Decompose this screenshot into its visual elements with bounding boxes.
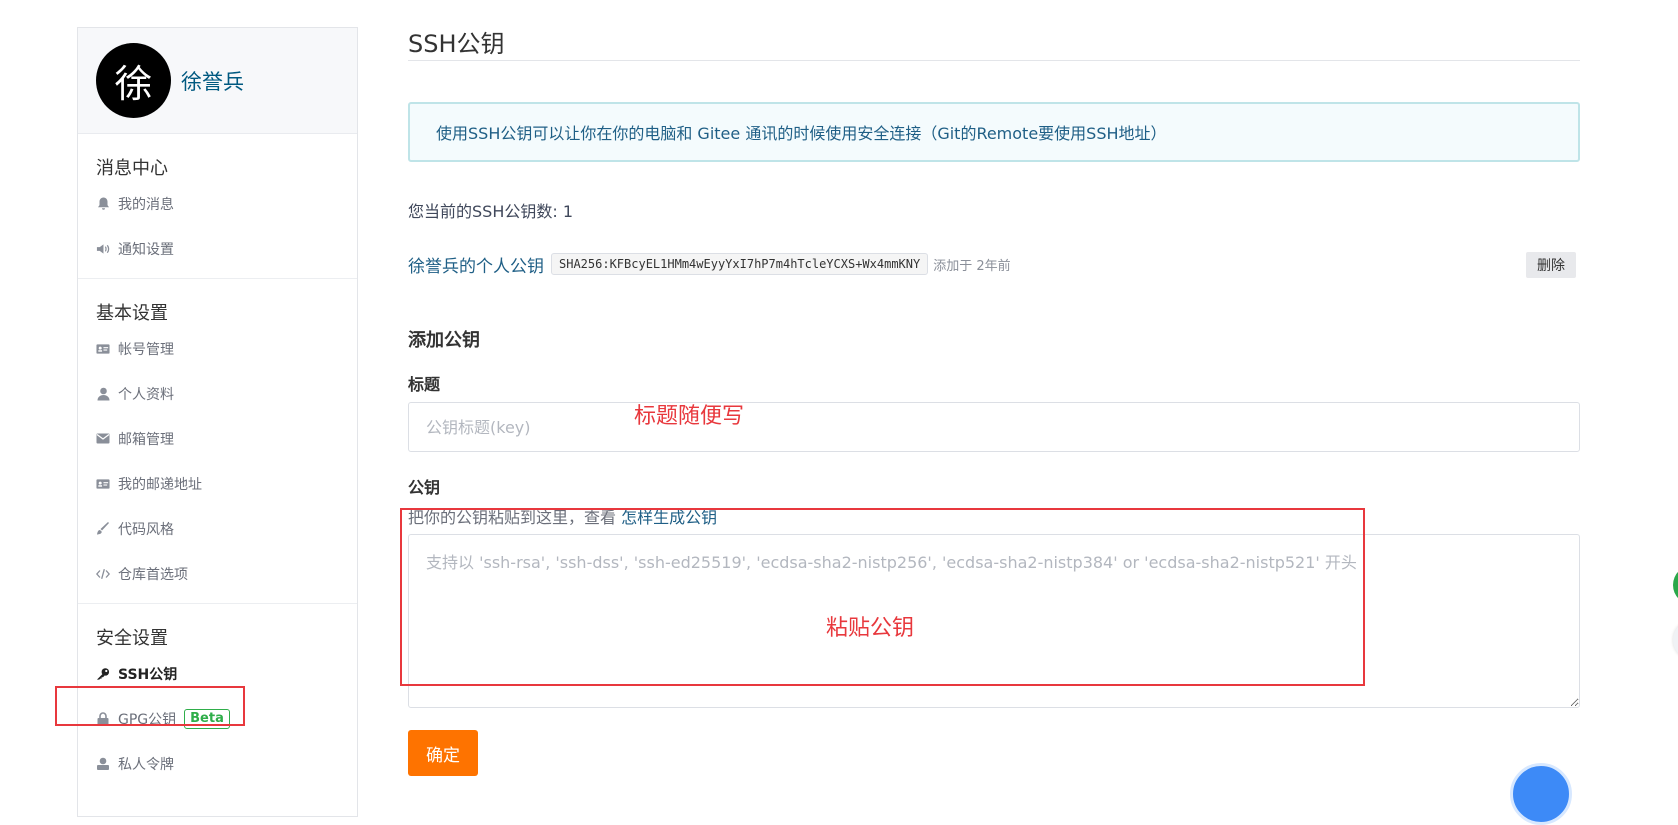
key-title-input[interactable] xyxy=(408,402,1580,452)
pubkey-field-label: 公钥 xyxy=(408,478,441,497)
avatar[interactable]: 徐 xyxy=(96,43,171,118)
sidebar-item-label: 我的消息 xyxy=(118,196,174,213)
sidebar-item-label: 通知设置 xyxy=(118,241,174,258)
floating-widget-green[interactable] xyxy=(1673,565,1678,605)
id-card-icon xyxy=(96,477,110,491)
group-title-messages: 消息中心 xyxy=(96,158,168,179)
code-icon xyxy=(96,567,110,581)
sidebar-item-label: SSH公钥 xyxy=(118,666,178,683)
sidebar-item-account[interactable]: 帐号管理 xyxy=(78,326,357,371)
sidebar-item-email[interactable]: 邮箱管理 xyxy=(78,416,357,461)
token-icon xyxy=(96,757,110,771)
sidebar-item-label: 仓库首选项 xyxy=(118,566,188,583)
sidebar-item-label: 我的邮递地址 xyxy=(118,476,202,493)
user-icon xyxy=(96,387,110,401)
id-card-icon xyxy=(96,342,110,356)
sidebar-item-profile[interactable]: 个人资料 xyxy=(78,371,357,416)
group-title-security-settings: 安全设置 xyxy=(96,628,168,649)
username-link[interactable]: 徐誉兵 xyxy=(181,66,244,96)
annotation-box-pubkey xyxy=(400,508,1365,686)
bell-icon xyxy=(96,197,110,211)
add-key-section-title: 添加公钥 xyxy=(408,330,480,351)
ssh-key-added-time: 添加于 2年前 xyxy=(933,258,1011,274)
annotation-pubkey-note: 粘贴公钥 xyxy=(826,616,915,641)
floating-help-widget[interactable] xyxy=(1510,763,1572,825)
sidebar-item-label: 代码风格 xyxy=(118,521,174,538)
sidebar-item-notification-settings[interactable]: 通知设置 xyxy=(78,226,357,271)
sidebar-item-repo-preferences[interactable]: 仓库首选项 xyxy=(78,551,357,596)
speaker-icon xyxy=(96,242,110,256)
sidebar-item-code-style[interactable]: 代码风格 xyxy=(78,506,357,551)
ssh-key-name-link[interactable]: 徐誉兵的个人公钥 xyxy=(408,252,544,277)
title-field-label: 标题 xyxy=(408,375,441,394)
sidebar-item-label: 私人令牌 xyxy=(118,756,174,773)
brush-icon xyxy=(96,521,110,536)
sidebar-item-label: 邮箱管理 xyxy=(118,431,174,448)
annotation-title-note: 标题随便写 xyxy=(634,404,745,429)
envelope-icon xyxy=(96,432,110,446)
floating-widget-gray[interactable] xyxy=(1673,620,1678,660)
sidebar-item-personal-tokens[interactable]: 私人令牌 xyxy=(78,741,357,786)
delete-key-button[interactable]: 删除 xyxy=(1526,252,1576,278)
confirm-button[interactable]: 确定 xyxy=(408,730,478,776)
info-banner: 使用SSH公钥可以让你在你的电脑和 Gitee 通讯的时候使用安全连接（Git的… xyxy=(408,102,1580,162)
info-banner-text: 使用SSH公钥可以让你在你的电脑和 Gitee 通讯的时候使用安全连接（Git的… xyxy=(436,124,1167,143)
user-header: 徐 徐誉兵 xyxy=(78,28,357,134)
annotation-highlight-ssh-item xyxy=(55,686,245,726)
ssh-key-row: 徐誉兵的个人公钥 SHA256:KFBcyEL1HMm4wEyyYxI7hP7m… xyxy=(408,250,1580,278)
sidebar-item-label: 个人资料 xyxy=(118,386,174,403)
page-title: SSH公钥 xyxy=(408,0,1580,61)
sidebar-item-my-messages[interactable]: 我的消息 xyxy=(78,181,357,226)
key-count-text: 您当前的SSH公钥数: 1 xyxy=(408,202,574,221)
key-icon xyxy=(96,667,110,681)
sidebar-item-mailing-address[interactable]: 我的邮递地址 xyxy=(78,461,357,506)
ssh-key-fingerprint: SHA256:KFBcyEL1HMm4wEyyYxI7hP7m4hTcleYCX… xyxy=(551,253,929,275)
sidebar-item-label: 帐号管理 xyxy=(118,341,174,358)
group-title-basic-settings: 基本设置 xyxy=(96,303,168,324)
